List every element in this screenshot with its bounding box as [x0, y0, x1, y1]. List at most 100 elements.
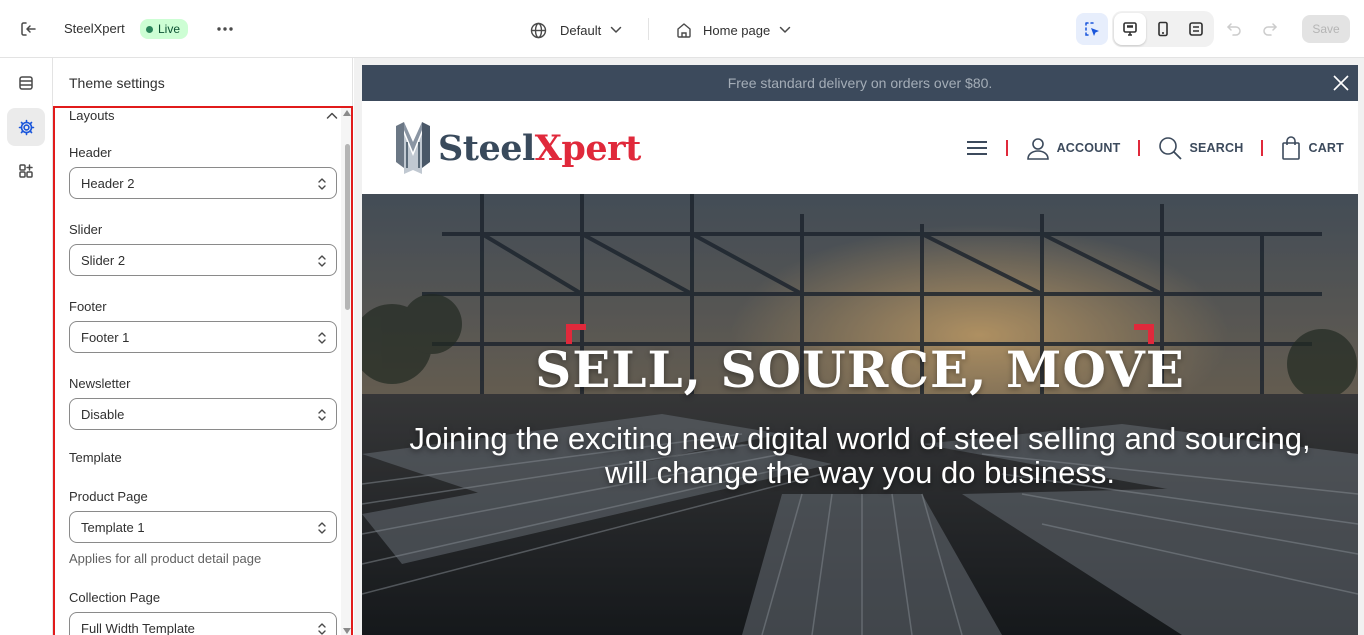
logo-text-steel: Steel [438, 127, 535, 169]
select-chevron-icon [318, 332, 326, 344]
exit-icon [21, 22, 36, 36]
logo-text-xpert: Xpert [534, 127, 642, 169]
theme-settings-panel: Theme settings Layouts Header Header 2 S… [53, 58, 353, 635]
section-heading-template: Template [69, 450, 122, 465]
select-chevron-icon [318, 623, 326, 635]
footer-select-value: Footer 1 [81, 329, 130, 345]
settings-gear-icon [18, 119, 34, 135]
left-rail [0, 58, 53, 635]
live-dot [146, 25, 153, 33]
live-badge-label: Live [158, 22, 181, 36]
hamburger-icon[interactable] [966, 140, 988, 156]
newsletter-select-value: Disable [81, 406, 125, 422]
store-logo[interactable]: SteelXpert [392, 119, 641, 177]
product-page-hint: Applies for all product detail page [69, 551, 262, 566]
more-icon [217, 27, 233, 31]
hero-subtitle: Joining the exciting new digital world o… [362, 422, 1358, 490]
hero-subtitle-line-1: Joining the exciting new digital world o… [409, 421, 1311, 456]
slider-select[interactable]: Slider 2 [69, 244, 337, 276]
inspect-icon [1085, 22, 1099, 36]
close-icon[interactable] [1332, 74, 1350, 92]
product-page-label: Product Page [69, 489, 148, 504]
store-name: SteelXpert [64, 21, 125, 36]
header-nav: ACCOUNT SEARCH CART [966, 133, 1344, 163]
globe-icon [530, 22, 547, 38]
nav-divider [1138, 140, 1141, 156]
sections-icon [19, 76, 33, 90]
mobile-view-button[interactable] [1147, 13, 1179, 45]
panel-title: Theme settings [69, 75, 165, 91]
storefront-preview: Free standard delivery on orders over $8… [362, 65, 1358, 635]
select-chevron-icon [318, 409, 326, 421]
inspect-button[interactable] [1076, 13, 1108, 45]
chevron-up-icon[interactable] [325, 109, 339, 123]
theme-settings-button[interactable] [7, 108, 45, 146]
bag-icon [1282, 136, 1301, 160]
save-button[interactable]: Save [1302, 15, 1350, 43]
hero-title: SELL, SOURCE, MOVE [535, 340, 1185, 399]
nav-divider [1261, 140, 1264, 156]
device-toggle-group [1112, 11, 1214, 47]
more-actions-button[interactable] [212, 18, 238, 40]
undo-button[interactable] [1222, 17, 1246, 41]
hero-background-image [362, 194, 1358, 635]
sections-button[interactable] [7, 64, 45, 102]
chevron-down-icon [779, 26, 791, 33]
apps-icon [19, 164, 33, 178]
redo-button[interactable] [1258, 17, 1282, 41]
search-icon [1159, 137, 1183, 160]
cart-label: CART [1308, 141, 1344, 155]
nav-divider [1005, 140, 1008, 156]
live-badge: Live [140, 19, 189, 39]
panel-scrollbar-thumb[interactable] [345, 144, 350, 310]
search-label: SEARCH [1189, 141, 1244, 155]
hero-slider[interactable]: SELL, SOURCE, MOVE Joining the exciting … [362, 194, 1358, 635]
header-select-value: Header 2 [81, 175, 135, 191]
newsletter-select[interactable]: Disable [69, 398, 337, 430]
cart-link[interactable]: CART [1281, 136, 1344, 160]
slider-label: Slider [69, 222, 103, 237]
fullscreen-icon [1189, 22, 1203, 36]
logo-emblem-icon [396, 122, 430, 174]
select-chevron-icon [318, 178, 326, 190]
collection-page-select-value: Full Width Template [81, 620, 195, 635]
footer-select[interactable]: Footer 1 [69, 321, 337, 353]
theme-selector[interactable]: Default [530, 18, 622, 42]
site-header: SteelXpert ACCOUNT SEARCH CART [362, 101, 1358, 194]
desktop-icon [1123, 22, 1137, 36]
undo-icon [1227, 23, 1241, 36]
section-heading-layouts: Layouts [69, 108, 115, 123]
mobile-icon [1158, 21, 1168, 37]
account-link[interactable]: ACCOUNT [1026, 136, 1121, 160]
logo-text: SteelXpert [438, 128, 641, 169]
chevron-down-icon [610, 26, 622, 33]
page-selector-label: Home page [703, 22, 771, 38]
page-selector[interactable]: Home page [676, 18, 791, 42]
exit-button[interactable] [14, 17, 42, 41]
account-label: ACCOUNT [1056, 141, 1121, 155]
select-chevron-icon [318, 255, 326, 267]
scroll-down-arrow-icon[interactable] [343, 628, 351, 634]
settings-list: Layouts Header Header 2 Slider Slider 2 … [53, 106, 353, 635]
slider-select-value: Slider 2 [81, 252, 126, 268]
desktop-view-button[interactable] [1114, 13, 1146, 45]
home-icon [677, 23, 691, 38]
user-icon [1026, 138, 1049, 160]
fullscreen-view-button[interactable] [1180, 13, 1212, 45]
collection-page-label: Collection Page [69, 590, 161, 605]
theme-selector-label: Default [560, 22, 602, 38]
announcement-text: Free standard delivery on orders over $8… [727, 75, 993, 91]
scroll-up-arrow-icon[interactable] [343, 110, 351, 116]
apps-button[interactable] [7, 152, 45, 190]
select-chevron-icon [318, 522, 326, 534]
product-page-select[interactable]: Template 1 [69, 511, 337, 543]
redo-icon [1263, 23, 1277, 36]
newsletter-label: Newsletter [69, 376, 131, 391]
collection-page-select[interactable]: Full Width Template [69, 612, 337, 635]
search-link[interactable]: SEARCH [1158, 136, 1243, 160]
product-page-select-value: Template 1 [81, 519, 145, 535]
editor-topbar: SteelXpert Live Default Home page Save [0, 0, 1364, 58]
header-select[interactable]: Header 2 [69, 167, 337, 199]
hero-subtitle-line-2: will change the way you do business. [604, 455, 1116, 490]
footer-label: Footer [69, 299, 107, 314]
